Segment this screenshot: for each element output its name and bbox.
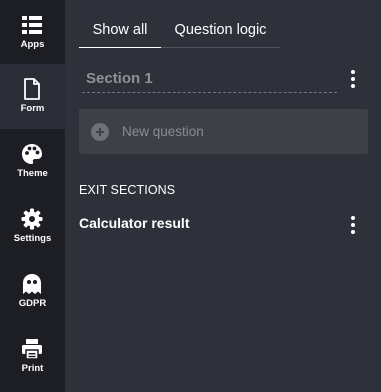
sidebar-item-theme[interactable]: Theme [0, 129, 65, 194]
ghost-icon [21, 273, 43, 295]
new-question-label: New question [122, 124, 204, 139]
sidebar-item-print[interactable]: Print [0, 324, 65, 389]
sidebar-item-form[interactable]: Form [0, 64, 65, 129]
tab-show-all[interactable]: Show all [79, 12, 161, 48]
section-title-field[interactable]: Section 1 [82, 66, 337, 93]
view-tabs: Show all Question logic [79, 12, 280, 48]
sidebar-item-label: Settings [13, 233, 52, 244]
exit-sections-heading: EXIT SECTIONS [79, 183, 176, 197]
sidebar-item-label: Theme [17, 168, 48, 179]
gear-icon [21, 208, 43, 230]
tab-question-logic[interactable]: Question logic [161, 12, 280, 47]
grid-list-icon [21, 14, 43, 36]
new-question-button[interactable]: New question [79, 109, 368, 154]
document-icon [21, 78, 43, 100]
sidebar-item-label: Apps [20, 39, 45, 50]
exit-section-menu-icon[interactable] [349, 216, 357, 234]
section-menu-icon[interactable] [349, 70, 357, 88]
sidebar-item-apps[interactable]: Apps [0, 0, 65, 65]
sidebar-item-settings[interactable]: Settings [0, 194, 65, 259]
sidebar: Apps Form Theme Settings GDPR Print [0, 0, 65, 392]
palette-icon [21, 143, 43, 165]
printer-icon [21, 338, 43, 360]
exit-section-item[interactable]: Calculator result [79, 215, 189, 231]
plus-circle-icon [91, 122, 109, 141]
sidebar-item-label: Form [20, 103, 45, 114]
sidebar-item-gdpr[interactable]: GDPR [0, 259, 65, 324]
sidebar-item-label: Print [21, 363, 44, 374]
sidebar-item-label: GDPR [18, 298, 47, 309]
